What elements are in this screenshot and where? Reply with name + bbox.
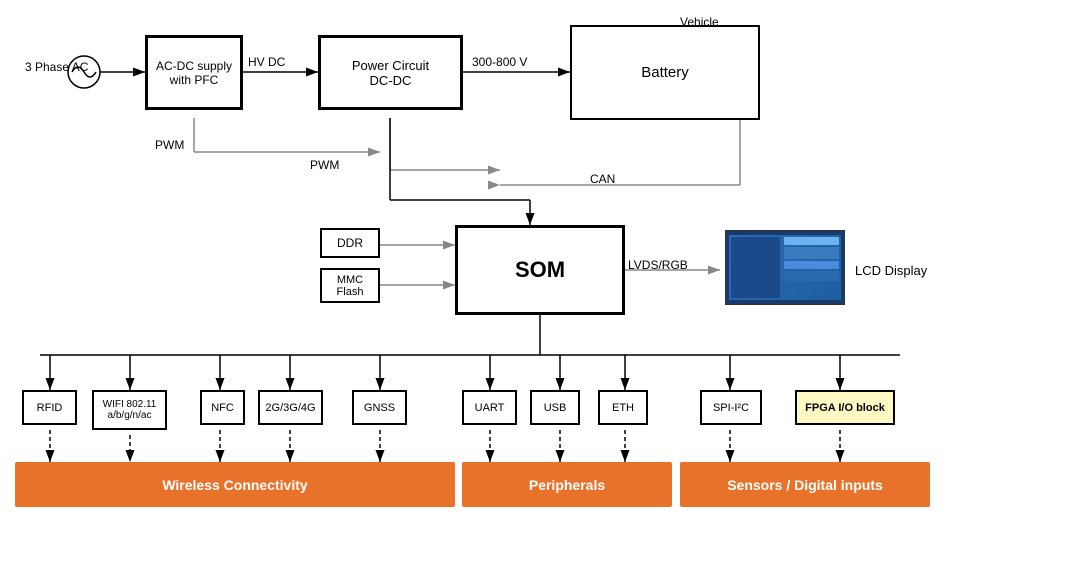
eth-box: ETH: [598, 390, 648, 425]
pwm2-label: PWM: [310, 158, 339, 172]
pwm1-label: PWM: [155, 138, 184, 152]
uart-box: UART: [462, 390, 517, 425]
lvds-label: LVDS/RGB: [628, 258, 688, 272]
gnss-box: GNSS: [352, 390, 407, 425]
wifi-box: WIFI 802.11 a/b/g/n/ac: [92, 390, 167, 430]
hv-dc-label: HV DC: [248, 55, 285, 69]
fpga-box: FPGA I/O block: [795, 390, 895, 425]
power-circuit-box: Power Circuit DC-DC: [318, 35, 463, 110]
phase-ac-label: 3 Phase AC: [25, 60, 88, 74]
ac-dc-box: AC-DC supply with PFC: [145, 35, 243, 110]
rfid-box: RFID: [22, 390, 77, 425]
can-label: CAN: [590, 172, 615, 186]
som-box: SOM: [455, 225, 625, 315]
cellular-box: 2G/3G/4G: [258, 390, 323, 425]
usb-box: USB: [530, 390, 580, 425]
battery-box: Battery: [570, 25, 760, 120]
diagram: 3 Phase AC AC-DC supply with PFC HV DC P…: [0, 0, 1091, 565]
lcd-label: LCD Display: [855, 263, 927, 278]
mmc-box: MMC Flash: [320, 268, 380, 303]
voltage-label: 300-800 V: [472, 55, 527, 69]
sensors-box: Sensors / Digital inputs: [680, 462, 930, 507]
wireless-connectivity-box: Wireless Connectivity: [15, 462, 455, 507]
nfc-box: NFC: [200, 390, 245, 425]
lcd-display-image: [725, 230, 845, 305]
peripherals-box: Peripherals: [462, 462, 672, 507]
spi-box: SPI-I²C: [700, 390, 762, 425]
ddr-box: DDR: [320, 228, 380, 258]
